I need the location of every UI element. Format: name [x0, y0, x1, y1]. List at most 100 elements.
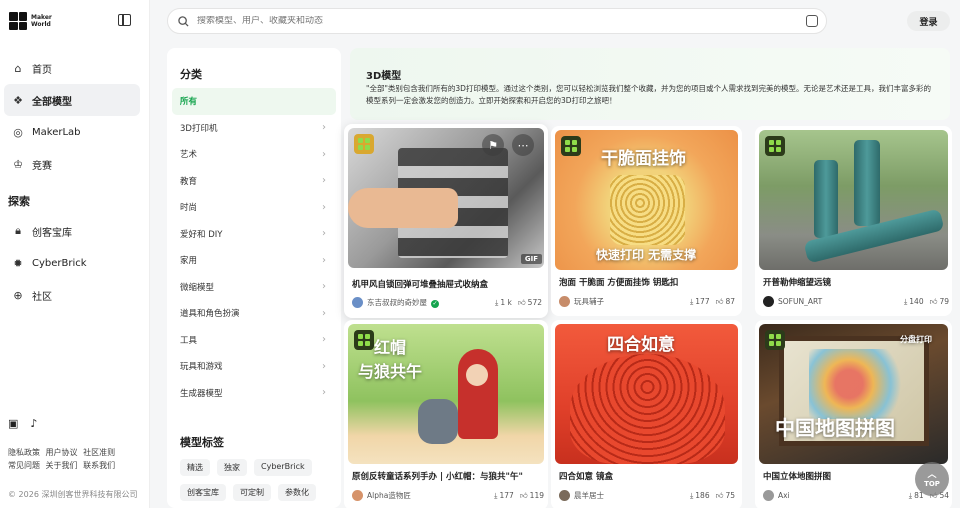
- thumbnail-caption: 四合如意: [607, 335, 675, 355]
- home-icon: ⌂: [14, 61, 22, 75]
- author-name[interactable]: SOFUN_ART: [778, 297, 898, 306]
- avatar[interactable]: [763, 296, 774, 307]
- model-thumbnail[interactable]: 四合如意: [551, 320, 742, 464]
- download-icon: ⤓: [903, 296, 908, 306]
- author-name[interactable]: 玩具辅子: [574, 296, 684, 307]
- footer-link-guidelines[interactable]: 社区准则: [83, 448, 115, 457]
- category-item[interactable]: 艺术 ›: [172, 141, 336, 168]
- footer-link-faq[interactable]: 常见问题: [8, 461, 40, 470]
- model-card[interactable]: ⚑ ⋯ GIF 机甲风自锁回弹可堆叠抽屉式收纳盒 东吉叔叔的奇妙屋 ✓ ⤓ 1 k …: [344, 124, 548, 318]
- model-title[interactable]: 泡面 干脆面 方便面挂饰 钥匙扣: [559, 276, 739, 288]
- footer-link-contact[interactable]: 联系我们: [83, 461, 115, 470]
- category-item[interactable]: 微缩模型 ›: [172, 274, 336, 301]
- tag-chip[interactable]: 独家: [217, 459, 247, 476]
- nav-item-all-models[interactable]: ❖ 全部模型: [4, 84, 140, 116]
- footer-link-about[interactable]: 关于我们: [46, 461, 78, 470]
- download-icon: ⤓: [689, 490, 694, 500]
- model-card[interactable]: 红帽 与狼共午 原创反转童话系列手办 | 小红帽：与狼共"午" Alpha造物匠…: [344, 320, 548, 508]
- bilibili-icon[interactable]: ▣: [8, 417, 18, 430]
- chevron-right-icon: ›: [322, 281, 326, 293]
- chevron-up-icon: ︿: [927, 469, 937, 480]
- tag-chip[interactable]: 精选: [180, 459, 210, 476]
- author-name[interactable]: 晨羊居士: [574, 490, 684, 501]
- download-count: 177: [499, 491, 514, 500]
- login-button[interactable]: 登录: [907, 11, 950, 31]
- author-name[interactable]: Alpha造物匠: [367, 490, 488, 501]
- author-name[interactable]: Axi: [778, 491, 903, 500]
- nav-item-contests[interactable]: ♔ 竞赛: [4, 148, 140, 180]
- chevron-right-icon: ›: [322, 148, 326, 160]
- model-thumbnail[interactable]: 干脆面挂饰 快速打印 无需支撑: [551, 126, 742, 270]
- nav-label: 竞赛: [32, 160, 52, 172]
- category-item[interactable]: 家用 ›: [172, 247, 336, 274]
- avatar[interactable]: [559, 296, 570, 307]
- category-panel: 分类 所有 3D打印机 › 艺术 › 教育 › 时尚 › 爱好和 DIY › 家用 › 微缩…: [167, 48, 341, 508]
- tag-chip[interactable]: 可定制: [233, 484, 271, 501]
- download-icon: ⤓: [908, 490, 913, 500]
- model-card[interactable]: 开普勒伸缩望远镜 SOFUN_ART ⤓ 140 👍︎ 79: [755, 126, 952, 316]
- thumbnail-caption: 干脆面挂饰: [601, 149, 686, 169]
- search-input[interactable]: [197, 16, 777, 26]
- chevron-right-icon: ›: [322, 387, 326, 399]
- cyberbrick-badge-icon: [765, 330, 785, 350]
- model-card[interactable]: 四合如意 四合如意 镜盒 晨羊居士 ⤓ 186 👍︎ 75: [551, 320, 742, 508]
- model-meta: 晨羊居士 ⤓ 186 👍︎ 75: [559, 490, 735, 501]
- back-to-top-button[interactable]: ︿ TOP: [915, 462, 949, 496]
- model-thumbnail[interactable]: 分盘打印 中国地图拼图: [755, 320, 952, 464]
- avatar[interactable]: [559, 490, 570, 501]
- nav-item-maker-treasury[interactable]: 🔒︎ 创客宝库: [4, 215, 140, 247]
- makerworld-logo[interactable]: Maker World: [9, 12, 52, 30]
- avatar[interactable]: [352, 490, 363, 501]
- nav-item-cyberbrick[interactable]: ✹ CyberBrick: [4, 247, 140, 279]
- download-icon: ⤓: [689, 296, 694, 306]
- nav-label: 全部模型: [32, 96, 72, 108]
- category-item[interactable]: 工具 ›: [172, 327, 336, 354]
- category-list: 所有 3D打印机 › 艺术 › 教育 › 时尚 › 爱好和 DIY › 家用 › 微缩模型 ›…: [172, 88, 336, 406]
- copyright-text: © 2026 深圳创客世界科技有限公司: [8, 490, 138, 499]
- search-icon: [178, 15, 189, 27]
- left-sidebar: Maker World ⌂ 首页 ❖ 全部模型 ◎ MakerLab ♔ 竞赛 …: [0, 0, 150, 508]
- cyberbrick-badge-icon: [765, 136, 785, 156]
- category-item[interactable]: 3D打印机 ›: [172, 115, 336, 142]
- category-item[interactable]: 道具和角色扮演 ›: [172, 300, 336, 327]
- model-title[interactable]: 原创反转童话系列手办 | 小红帽：与狼共"午": [352, 470, 547, 482]
- tiktok-icon[interactable]: ♪: [30, 417, 37, 430]
- tag-chip[interactable]: 参数化: [278, 484, 316, 501]
- more-options-icon[interactable]: ⋯: [512, 134, 534, 156]
- model-thumbnail[interactable]: ⚑ ⋯ GIF: [344, 124, 548, 268]
- model-thumbnail[interactable]: 红帽 与狼共午: [344, 320, 548, 464]
- category-item[interactable]: 玩具和游戏 ›: [172, 353, 336, 380]
- nav-item-home[interactable]: ⌂ 首页: [4, 52, 140, 84]
- tag-chip[interactable]: CyberBrick: [254, 459, 312, 476]
- like-icon: 👍︎: [715, 490, 724, 500]
- logo-text-line1: Maker: [31, 14, 52, 21]
- category-item[interactable]: 所有: [172, 88, 336, 115]
- avatar[interactable]: [352, 297, 363, 308]
- cyberbrick-badge-icon: [354, 330, 374, 350]
- category-item[interactable]: 爱好和 DIY ›: [172, 221, 336, 248]
- author-name[interactable]: 东吉叔叔的奇妙屋 ✓: [367, 297, 489, 308]
- footer-link-privacy[interactable]: 隐私政策: [8, 448, 40, 457]
- model-title[interactable]: 开普勒伸缩望远镜: [763, 276, 943, 288]
- model-card[interactable]: 干脆面挂饰 快速打印 无需支撑 泡面 干脆面 方便面挂饰 钥匙扣 玩具辅子 ⤓ 1…: [551, 126, 742, 316]
- tag-chip[interactable]: 创客宝库: [180, 484, 226, 501]
- category-item[interactable]: 教育 ›: [172, 168, 336, 195]
- model-tags: 精选 独家 CyberBrick 创客宝库 可定制 参数化: [180, 459, 335, 501]
- model-title[interactable]: 四合如意 镜盒: [559, 470, 739, 482]
- avatar[interactable]: [763, 490, 774, 501]
- model-title[interactable]: 机甲风自锁回弹可堆叠抽屉式收纳盒: [352, 278, 532, 290]
- image-search-icon[interactable]: [806, 15, 818, 27]
- footer-links: 隐私政策 用户协议 社区准则 常见问题 关于我们 联系我们: [8, 446, 148, 472]
- download-count: 177: [695, 297, 710, 306]
- thumbnail-subcaption: 与狼共午: [358, 362, 423, 381]
- category-item[interactable]: 时尚 ›: [172, 194, 336, 221]
- like-count: 87: [725, 297, 735, 306]
- bookmark-icon[interactable]: ⚑: [482, 134, 504, 156]
- nav-item-community[interactable]: ⊕ 社区: [4, 279, 140, 311]
- nav-item-makerlab[interactable]: ◎ MakerLab: [4, 116, 140, 148]
- sidebar-collapse-icon[interactable]: [118, 14, 131, 26]
- model-thumbnail[interactable]: [755, 126, 952, 270]
- footer-link-terms[interactable]: 用户协议: [46, 448, 78, 457]
- nav-label: 社区: [32, 291, 52, 303]
- category-item[interactable]: 生成器模型 ›: [172, 380, 336, 407]
